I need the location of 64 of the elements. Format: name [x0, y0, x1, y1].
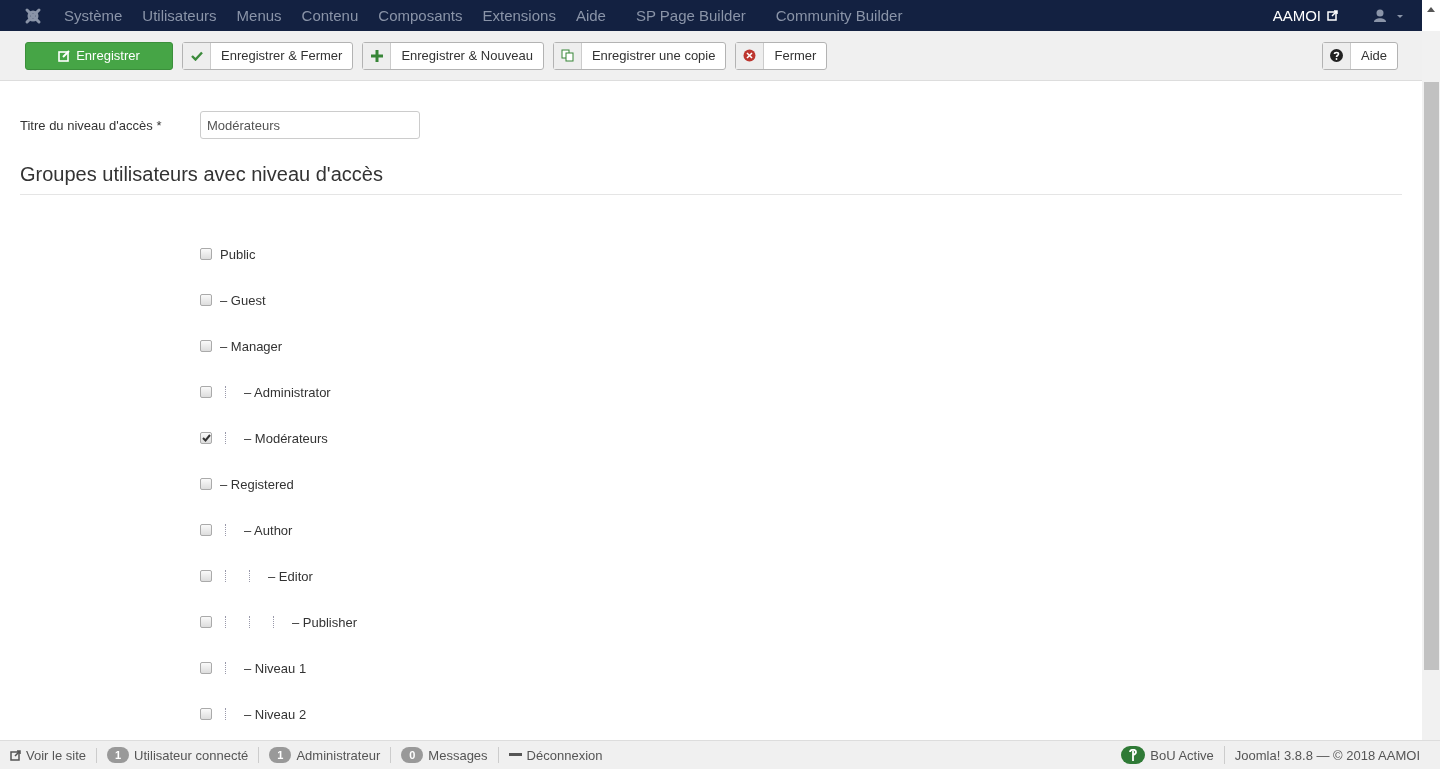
group-label: – Editor [268, 568, 313, 584]
status-link[interactable]: Déconnexion [526, 747, 603, 763]
minus-icon [508, 753, 522, 757]
field-label: Titre du niveau d'accès * [20, 117, 163, 133]
status-link[interactable]: Administrateur [296, 747, 381, 763]
checkbox[interactable] [200, 478, 212, 490]
count-badge: 1 [107, 747, 130, 763]
help-button[interactable]: Aide [1321, 41, 1398, 70]
section-heading: Groupes utilisateurs avec niveau d'accès [20, 163, 1402, 195]
check-icon [190, 50, 203, 61]
edit-icon [58, 49, 71, 62]
site-link[interactable]: AAMOI [1272, 7, 1321, 24]
toolbar-button[interactable]: Enregistrer & Nouveau [362, 41, 544, 70]
group-label: – Niveau 2 [244, 706, 307, 722]
group-label: – Manager [220, 338, 283, 354]
menu-item[interactable]: Composants [378, 7, 463, 24]
group-label: Public [220, 246, 256, 262]
menu-item[interactable]: Aide [575, 7, 606, 24]
group-label: – Administrator [244, 384, 331, 400]
checkbox[interactable] [200, 616, 212, 628]
toolbar-button[interactable]: Enregistrer & Fermer [182, 41, 354, 70]
checkbox[interactable] [200, 432, 212, 444]
toolbar-button[interactable]: Enregistrer une copie [552, 41, 727, 70]
checkbox[interactable] [200, 340, 212, 352]
count-badge: 1 [269, 747, 292, 763]
menu-item[interactable]: SP Page Builder [635, 7, 746, 24]
group-label: – Modérateurs [244, 430, 328, 446]
title-input[interactable]: Modérateurs [200, 111, 420, 139]
scrollbar-thumb[interactable] [1423, 82, 1439, 670]
checkbox[interactable] [200, 524, 212, 536]
menu-item[interactable]: Community Builder [775, 7, 903, 24]
menu-item[interactable]: Contenu [301, 7, 359, 24]
user-menu-icon[interactable] [1374, 8, 1406, 23]
status-text: BoU Active [1150, 747, 1214, 763]
menu-item[interactable]: Extensions [482, 7, 556, 24]
group-label: – Publisher [292, 614, 358, 630]
checkbox[interactable] [200, 708, 212, 720]
status-link[interactable]: Voir le site [26, 747, 86, 763]
group-label: – Niveau 1 [244, 660, 307, 676]
version-text: Joomla! 3.8.8 — © 2018 AAMOI [1234, 747, 1420, 763]
plus-icon [370, 49, 383, 62]
plugin-icon [1129, 749, 1138, 761]
close-icon [743, 49, 757, 62]
checkbox[interactable] [200, 662, 212, 674]
menu-item[interactable]: Utilisateurs [142, 7, 217, 24]
group-label: – Guest [220, 292, 266, 308]
status-link[interactable]: Utilisateur connecté [134, 747, 249, 763]
external-link-icon [1327, 10, 1338, 21]
scroll-up-icon[interactable] [1427, 7, 1435, 12]
joomla-logo-icon[interactable] [24, 6, 42, 25]
copy-icon [560, 49, 574, 62]
status-link[interactable]: Messages [428, 747, 488, 763]
checkbox[interactable] [200, 386, 212, 398]
help-icon [1329, 49, 1343, 62]
menu-item[interactable]: Menus [236, 7, 282, 24]
external-link-icon [10, 749, 21, 761]
checkbox[interactable] [200, 294, 212, 306]
checkbox[interactable] [200, 570, 212, 582]
toolbar-button[interactable]: Fermer [735, 41, 828, 70]
checkbox[interactable] [200, 248, 212, 260]
group-label: – Author [244, 522, 293, 538]
group-label: – Registered [220, 476, 294, 492]
count-badge: 0 [401, 747, 424, 763]
menu-item[interactable]: Système [64, 7, 123, 24]
